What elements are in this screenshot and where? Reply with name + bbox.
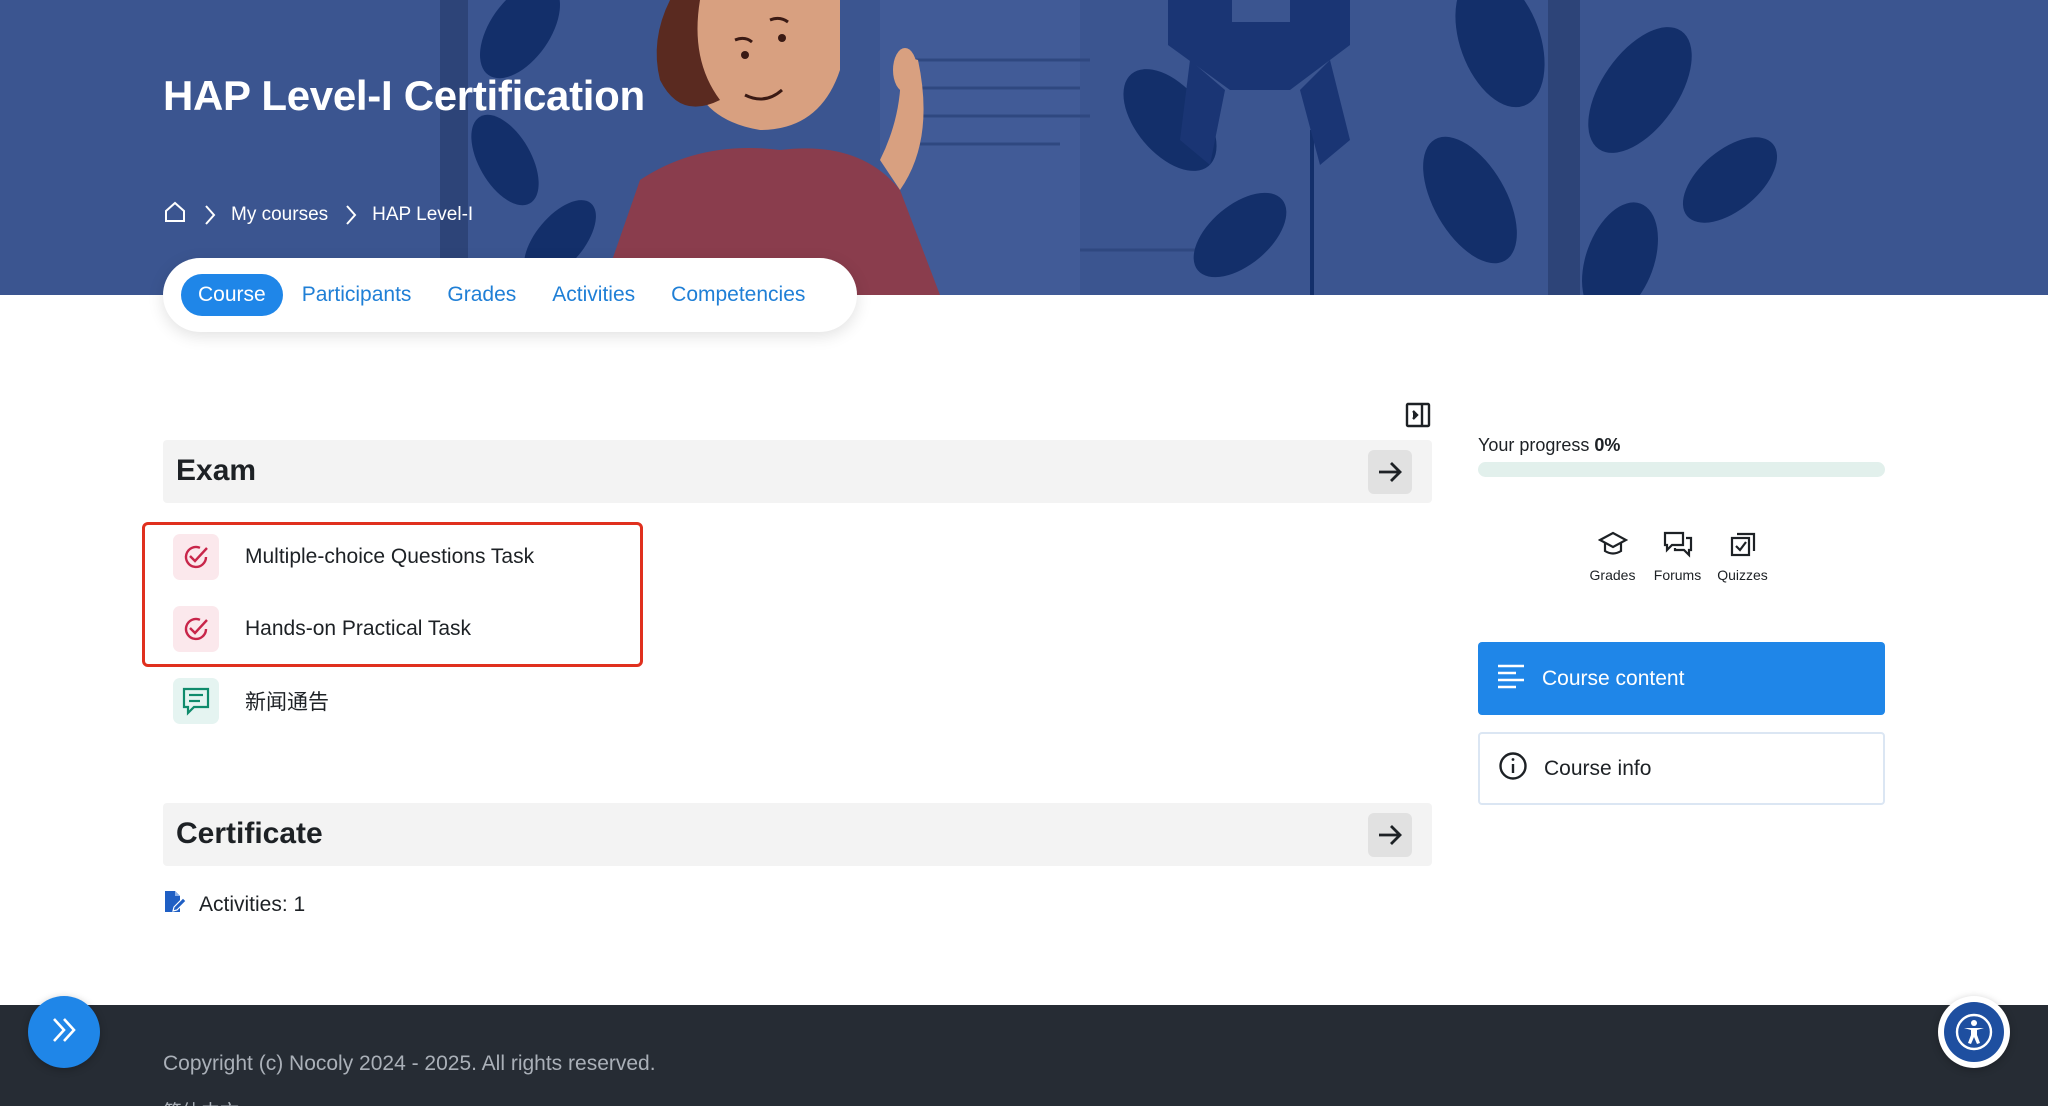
chevron-right-icon bbox=[203, 204, 217, 226]
course-content-button[interactable]: Course content bbox=[1478, 642, 1885, 715]
open-course-index-button[interactable] bbox=[28, 996, 100, 1068]
highlight-annotation-box bbox=[142, 522, 643, 667]
accessibility-icon bbox=[1944, 1002, 2004, 1062]
tab-competencies[interactable]: Competencies bbox=[654, 274, 822, 316]
tab-participants[interactable]: Participants bbox=[285, 274, 429, 316]
breadcrumb-my-courses[interactable]: My courses bbox=[231, 204, 328, 226]
quizzes-icon bbox=[1728, 530, 1758, 561]
info-icon bbox=[1498, 751, 1528, 787]
course-nav-tabs: Course Participants Grades Activities Co… bbox=[163, 258, 857, 332]
page-title: HAP Level-I Certification bbox=[163, 72, 645, 119]
section-certificate-header: Certificate bbox=[163, 803, 1432, 866]
tab-grades[interactable]: Grades bbox=[430, 274, 533, 316]
activities-count-label: Activities: 1 bbox=[199, 893, 306, 916]
close-drawer-icon[interactable] bbox=[1405, 402, 1431, 428]
tab-activities[interactable]: Activities bbox=[535, 274, 652, 316]
copyright-text: Copyright (c) Nocoly 2024 - 2025. All ri… bbox=[163, 1052, 656, 1075]
forum-icon bbox=[173, 678, 219, 724]
section-title[interactable]: Certificate bbox=[176, 817, 323, 851]
forums-icon bbox=[1663, 530, 1693, 561]
activity-announcements[interactable]: 新闻通告 bbox=[173, 676, 329, 726]
breadcrumb-current-course[interactable]: HAP Level-I bbox=[372, 204, 473, 226]
quick-link-label: Forums bbox=[1653, 567, 1702, 583]
activities-count: Activities: 1 bbox=[163, 890, 305, 920]
course-info-label: Course info bbox=[1544, 756, 1652, 780]
course-header-banner: HAP Level-I Certification My courses HAP… bbox=[0, 0, 2048, 295]
progress-value: 0% bbox=[1594, 435, 1621, 455]
graduation-cap-icon bbox=[1597, 530, 1628, 561]
arrow-right-icon[interactable] bbox=[1368, 450, 1412, 494]
progress-bar bbox=[1478, 462, 1885, 477]
progress-label: Your progress 0% bbox=[1478, 435, 1621, 455]
language-selector[interactable]: 简体中文 bbox=[163, 1097, 239, 1106]
section-title[interactable]: Exam bbox=[176, 454, 256, 488]
file-edit-icon bbox=[163, 890, 199, 920]
home-icon[interactable] bbox=[163, 200, 187, 230]
arrow-right-icon[interactable] bbox=[1368, 813, 1412, 857]
quick-link-grades[interactable]: Grades bbox=[1580, 530, 1645, 583]
tab-course[interactable]: Course bbox=[181, 274, 283, 316]
list-icon bbox=[1496, 663, 1526, 695]
chevron-right-icon bbox=[344, 204, 358, 226]
header-illustration bbox=[440, 0, 1778, 295]
breadcrumb: My courses HAP Level-I bbox=[163, 200, 473, 230]
section-exam-header: Exam bbox=[163, 440, 1432, 503]
course-content-label: Course content bbox=[1542, 666, 1685, 690]
quick-link-label: Grades bbox=[1589, 567, 1636, 583]
activity-name[interactable]: 新闻通告 bbox=[245, 686, 329, 716]
quick-links: Grades Forums Quizzes bbox=[1580, 530, 1775, 583]
quick-link-quizzes[interactable]: Quizzes bbox=[1710, 530, 1775, 583]
quick-link-forums[interactable]: Forums bbox=[1645, 530, 1710, 583]
course-info-button[interactable]: Course info bbox=[1478, 732, 1885, 805]
double-chevron-right-icon bbox=[49, 1016, 79, 1049]
page-footer: Copyright (c) Nocoly 2024 - 2025. All ri… bbox=[0, 1005, 2048, 1106]
quick-link-label: Quizzes bbox=[1717, 567, 1768, 583]
accessibility-button[interactable] bbox=[1938, 996, 2010, 1068]
